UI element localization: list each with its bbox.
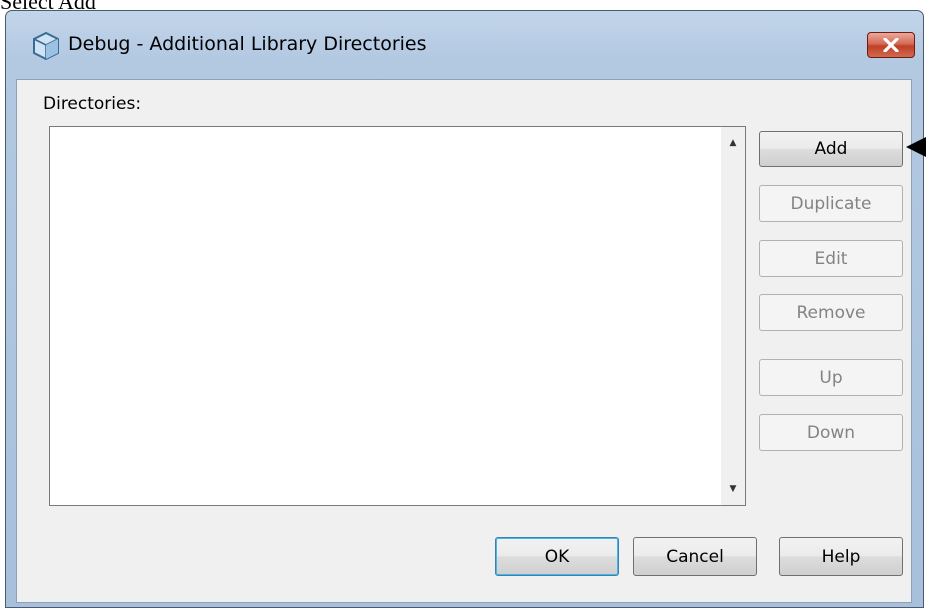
dialog-content: Directories: ▲ ▼ Add Duplicate Edit Remo… <box>16 79 912 603</box>
directories-list[interactable]: ▲ ▼ <box>49 126 746 506</box>
dialog-window: Debug - Additional Library Directories D… <box>5 10 924 608</box>
vertical-scrollbar[interactable]: ▲ ▼ <box>721 127 745 505</box>
directories-label: Directories: <box>43 94 142 114</box>
up-button[interactable]: Up <box>759 359 903 396</box>
add-button[interactable]: Add <box>759 131 903 167</box>
close-icon <box>883 38 899 52</box>
edit-button[interactable]: Edit <box>759 240 903 277</box>
ok-button[interactable]: OK <box>495 537 619 576</box>
duplicate-button[interactable]: Duplicate <box>759 185 903 222</box>
help-button[interactable]: Help <box>779 537 903 576</box>
down-button[interactable]: Down <box>759 414 903 451</box>
remove-button[interactable]: Remove <box>759 294 903 331</box>
cancel-button[interactable]: Cancel <box>633 537 757 576</box>
close-button[interactable] <box>867 32 915 58</box>
pointer-arrow-icon <box>906 137 926 157</box>
cube-icon <box>33 31 59 61</box>
dialog-title: Debug - Additional Library Directories <box>68 33 427 55</box>
title-bar[interactable]: Debug - Additional Library Directories <box>6 11 923 79</box>
scroll-down-icon[interactable]: ▼ <box>721 477 745 501</box>
scroll-up-icon[interactable]: ▲ <box>721 131 745 155</box>
